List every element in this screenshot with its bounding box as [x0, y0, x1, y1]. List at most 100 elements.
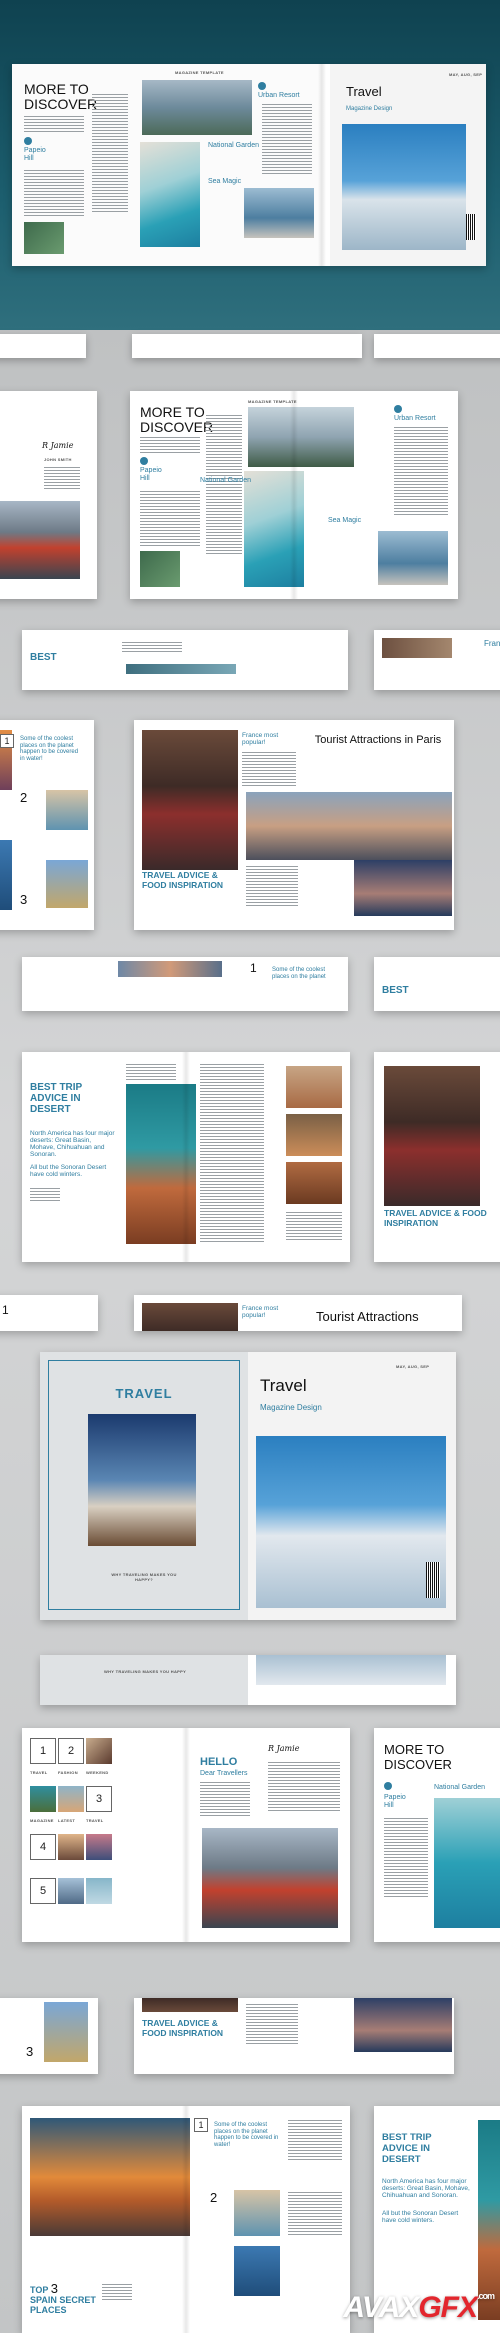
photo-coast	[46, 790, 88, 830]
photo-strip	[118, 961, 222, 977]
coolest-text: Some of the coolest places on the planet…	[214, 2122, 279, 2148]
caption-1: TRAVEL	[30, 1770, 48, 1775]
gutter	[182, 1052, 190, 1262]
caption-6: TRAVEL	[86, 1818, 104, 1823]
photo-desert-2	[286, 1114, 342, 1156]
spread-travel-cover: TRAVEL WHY TRAVELING MAKES YOU HAPPY? MA…	[40, 1352, 456, 1620]
body-text-2	[286, 1212, 342, 1242]
marker-dot	[384, 1782, 392, 1790]
page-strip	[0, 334, 86, 358]
barcode	[426, 1562, 440, 1598]
spread-more-to-discover-partial: MORE TO DISCOVER Papeio Hill National Gard…	[374, 1728, 500, 1942]
marker-dot	[258, 82, 266, 90]
france-popular: France most popular!	[242, 732, 279, 747]
tourist-title: Tourist Attractions	[316, 1309, 419, 1324]
travel-advice-title: TRAVEL ADVICE & FOOD INSPIRATION	[384, 1208, 487, 1228]
gutter	[318, 64, 326, 266]
strip-number-1: 1	[2, 1303, 9, 1317]
photo-coast-2	[234, 2246, 280, 2296]
photo-santorini	[342, 124, 466, 250]
number-1-square: 1	[0, 734, 14, 748]
letter-text-2	[268, 1762, 340, 1812]
body-text	[200, 1064, 264, 1244]
best-trip-title: BEST TRIP ADVICE IN DESERT	[382, 2132, 432, 2165]
hello-title: HELLO	[200, 1756, 238, 1768]
best-label: BEST	[30, 652, 57, 663]
body-text-2	[92, 94, 128, 214]
label-hill-text: Hill	[140, 474, 150, 482]
best-label: BEST	[382, 985, 409, 996]
spread-spain-secret-places: TOP 3 SPAIN SECRET PLACES 1 Some of the c…	[22, 2106, 350, 2333]
avaxgfx-watermark: AVAXGFX.com	[343, 2291, 495, 2325]
page-strip: 1	[0, 1295, 98, 1331]
label-national-garden: National Garden	[434, 1784, 485, 1791]
page-strip-best: BEST	[22, 630, 348, 690]
photo-coast	[234, 2190, 280, 2236]
content-box-1: 1	[30, 1738, 56, 1764]
watermark-part1: AVAX	[343, 2291, 419, 2324]
marker-dot	[140, 457, 148, 465]
strip-text	[122, 642, 182, 654]
photo-paris-cafe	[142, 730, 238, 870]
strip-coolest: Some of the coolest places on the planet	[272, 967, 326, 980]
desert-text: North America has four major deserts: Gr…	[30, 1130, 115, 1159]
title-line1: MORE TO	[140, 404, 205, 420]
title: MORE TO DISCOVER	[140, 405, 213, 435]
photo-boat	[244, 188, 314, 238]
thumb-5	[86, 1834, 112, 1860]
intro-text	[24, 116, 84, 132]
photo-boat	[378, 531, 448, 585]
marker-dot	[394, 405, 402, 413]
photo-traveler-mountain	[0, 501, 80, 579]
spread-contents-hello: 1 2 TRAVEL FASHION WEEKEND 3 MAGAZINE LA…	[22, 1728, 350, 1942]
author-name: JOHN SMITH	[44, 457, 72, 462]
title-line1: MORE TO	[384, 1742, 445, 1757]
body-text	[242, 752, 296, 788]
number-2: 2	[210, 2190, 218, 2205]
why-traveling: WHY TRAVELING MAKES YOU HAPPY?	[111, 1572, 177, 1582]
title-line2: DISCOVER	[140, 419, 214, 435]
spread-more-to-discover-cover: MAGAZINE TEMPLATE MORE TO DISCOVER Papeio…	[12, 64, 486, 266]
barcode	[466, 214, 476, 240]
photo-santorini	[256, 1436, 446, 1608]
content-box-2: 2	[58, 1738, 84, 1764]
page-strip-best: BEST	[374, 957, 500, 1011]
cover-date: MAY, AUG, SEP	[396, 1364, 430, 1369]
intro-text	[140, 437, 200, 453]
label-papeio-text: Papeio	[24, 147, 46, 154]
label-papeio: Papeio Hill	[140, 467, 162, 482]
title-line2: DISCOVER	[384, 1757, 452, 1772]
page-strip-france: France	[374, 630, 500, 690]
spread-paris: TRAVEL ADVICE & FOOD INSPIRATION France …	[134, 720, 454, 930]
france-label: France	[484, 639, 500, 648]
label-papeio: Papeio Hill	[384, 1794, 406, 1809]
label-urban-resort: Urban Resort	[258, 92, 300, 99]
cover-subtitle: Magazine Design	[346, 106, 393, 112]
why-traveling: WHY TRAVELING MAKES YOU HAPPY	[104, 1669, 187, 1674]
label-national-garden: National Garden	[208, 142, 259, 149]
coolest-text: Some of the coolest places on the planet…	[20, 736, 79, 762]
number-1-square: 1	[194, 2118, 208, 2132]
watermark-tld: .com	[476, 2291, 495, 2301]
best-trip-title: BEST TRIP ADVICE IN DESERT	[30, 1082, 83, 1115]
page-strip: 3	[0, 1998, 98, 2074]
header-label: MAGAZINE TEMPLATE	[175, 70, 224, 75]
spread-more-to-discover-main: MAGAZINE TEMPLATE MORE TO DISCOVER Papeio…	[130, 391, 458, 599]
photo-notre-dame-sunset	[246, 792, 452, 860]
label-hill-text: Hill	[384, 1801, 394, 1809]
photo-paris-cafe	[384, 1066, 480, 1206]
cover-subtitle: Magazine Design	[260, 1403, 322, 1412]
body-text	[24, 170, 84, 218]
thumb-3	[58, 1786, 84, 1812]
spread-desert: BEST TRIP ADVICE IN DESERT North America…	[22, 1052, 350, 1262]
content-box-3: 3	[86, 1786, 112, 1812]
sonoran-text: All but the Sonoran Desert have cold win…	[30, 1164, 107, 1179]
label-sea-magic: Sea Magic	[328, 517, 362, 524]
photo-windmill	[44, 2002, 88, 2062]
photo-sagrada-sunset	[30, 2118, 190, 2236]
letter-text	[44, 467, 80, 489]
page-strip	[374, 334, 500, 358]
body-text-3	[394, 427, 448, 517]
strip-number-1: 1	[250, 961, 257, 975]
top-word: TOP	[30, 2285, 49, 2295]
